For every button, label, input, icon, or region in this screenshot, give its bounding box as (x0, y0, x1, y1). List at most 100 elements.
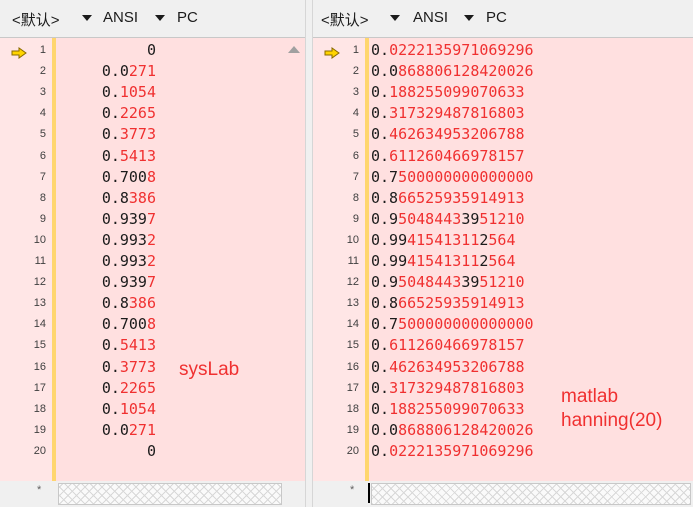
new-row-marker: * (350, 484, 355, 496)
line-number: 18 (313, 398, 365, 420)
line-number: 18 (0, 398, 52, 420)
cell-value: 0.7008 (102, 313, 156, 335)
text-line[interactable]: 0.950484433951210 (369, 208, 689, 230)
text-line[interactable]: 0.0271 (56, 60, 156, 82)
text-line[interactable]: 0.2265 (56, 377, 156, 399)
triangle-down-icon[interactable] (82, 15, 92, 21)
left-charset-label[interactable]: ANSI (103, 9, 138, 26)
text-line[interactable]: 0.0271 (56, 419, 156, 441)
line-number: 4 (313, 102, 365, 124)
text-line[interactable]: 0.317329487816803 (369, 102, 689, 124)
value-red-part: 868806128420026 (398, 62, 534, 81)
left-annotation: sysLab (179, 359, 240, 380)
text-line[interactable]: 0.9397 (56, 271, 156, 293)
right-editor[interactable]: 1 2 3 4 5 6 7 8 9 10 11 12 13 14 15 16 17 18 19 20 0.022213… (313, 37, 693, 481)
line-number-text: 9 (352, 212, 359, 225)
pane-divider[interactable] (305, 0, 313, 507)
line-number: 16 (313, 356, 365, 378)
triangle-down-icon[interactable] (390, 15, 400, 21)
line-number-text: 20 (33, 444, 46, 457)
text-line[interactable]: 0.462634953206788 (369, 356, 689, 378)
line-number-text: 14 (346, 318, 359, 331)
left-gutter: 1 2 3 4 5 6 7 8 9 10 11 12 13 14 15 16 17 18 19 20 (0, 38, 52, 481)
text-line[interactable]: 0.3773 (56, 123, 156, 145)
text-line[interactable]: 0 (56, 39, 156, 61)
arrow-right-icon (11, 44, 27, 59)
cell-value: 0 (147, 39, 156, 61)
right-encoding-label[interactable]: <默认> (321, 9, 369, 30)
cell-value: 0.0271 (102, 419, 156, 441)
cell-value: 0.5413 (102, 145, 156, 167)
right-charset-label[interactable]: ANSI (413, 9, 448, 26)
line-number-text: 17 (33, 381, 46, 394)
line-number-text: 11 (347, 255, 359, 267)
left-encoding-label[interactable]: <默认> (12, 9, 60, 30)
left-new-row-input[interactable] (58, 483, 282, 505)
text-line[interactable]: 0.0222135971069296 (369, 440, 689, 462)
text-line[interactable]: 0 (56, 440, 156, 462)
text-line[interactable]: 0.7008 (56, 313, 156, 335)
value-red-part: 3773 (119, 357, 156, 376)
right-new-row-input[interactable] (371, 483, 691, 505)
cell-value: 0.9397 (102, 208, 156, 230)
right-gutter: 1 2 3 4 5 6 7 8 9 10 11 12 13 14 15 16 17 18 19 20 (313, 38, 365, 481)
value-red-part: 611260466978157 (389, 146, 525, 165)
text-line[interactable]: 0.611260466978157 (369, 334, 689, 356)
triangle-down-icon[interactable] (464, 15, 474, 21)
value-black-part: 0.7 (371, 315, 399, 334)
text-line[interactable]: 0.5413 (56, 334, 156, 356)
text-line[interactable]: 0.9932 (56, 250, 156, 272)
value-red-part: 3773 (119, 125, 156, 144)
value-red-part: 500000000000000 (398, 315, 534, 334)
text-line[interactable]: 0.950484433951210 (369, 271, 689, 293)
text-line[interactable]: 0.1054 (56, 81, 156, 103)
text-line[interactable]: 0.99415413112564 (369, 229, 689, 251)
line-number: 6 (0, 145, 52, 167)
text-line[interactable]: 0.9397 (56, 208, 156, 230)
left-line-end-label[interactable]: PC (177, 9, 198, 26)
scroll-up-icon[interactable] (288, 46, 300, 53)
text-line[interactable]: 0.2265 (56, 102, 156, 124)
line-number-text: 9 (39, 212, 46, 225)
text-line[interactable]: 0.9932 (56, 229, 156, 251)
text-line[interactable]: 0.866525935914913 (369, 187, 689, 209)
text-line[interactable]: 0.866525935914913 (369, 292, 689, 314)
value-black-part: 0. (371, 146, 390, 165)
line-number-text: 13 (346, 297, 359, 310)
line-number-text: 5 (39, 128, 46, 141)
right-line-end-label[interactable]: PC (486, 9, 507, 26)
left-text-area[interactable]: 0 0.0271 0.1054 0.2265 0.3773 0.5413 0.7008 0.8… (56, 38, 305, 481)
value-red-part: 7 (146, 273, 156, 292)
text-line[interactable]: 0.8386 (56, 187, 156, 209)
text-line[interactable]: 0.5413 (56, 145, 156, 167)
left-editor[interactable]: 1 2 3 4 5 6 7 8 9 10 11 12 13 14 15 16 17 18 19 20 0 0.0271 0… (0, 37, 305, 481)
text-line[interactable]: 0.99415413112564 (369, 250, 689, 272)
line-number: 5 (0, 123, 52, 145)
cell-value: 0.3773 (102, 356, 156, 378)
text-line[interactable]: 0.611260466978157 (369, 145, 689, 167)
line-number: 9 (313, 208, 365, 230)
line-number-text: 3 (39, 86, 46, 99)
text-line[interactable]: 0.8386 (56, 292, 156, 314)
text-line[interactable]: 0.188255099070633 (369, 81, 689, 103)
value-black-part: 0. (101, 378, 120, 397)
text-line[interactable]: 0.0222135971069296 (369, 39, 689, 61)
value-black-part: 0. (101, 83, 120, 102)
cell-value: 0.462634953206788 (371, 123, 525, 145)
text-line[interactable]: 0.462634953206788 (369, 123, 689, 145)
triangle-down-icon[interactable] (155, 15, 165, 21)
value-black-part: 0.7 (371, 167, 399, 186)
text-line[interactable]: 0.7500000000000000 (369, 166, 689, 188)
text-line[interactable]: 0.317329487816803 (369, 377, 689, 399)
value-red-part: 386 (128, 294, 156, 313)
text-line[interactable]: 0.7500000000000000 (369, 313, 689, 335)
value-black-part: 0. (101, 336, 120, 355)
cell-value: 0.3773 (102, 123, 156, 145)
cell-value: 0.188255099070633 (371, 398, 525, 420)
text-line[interactable]: 0.7008 (56, 166, 156, 188)
line-number-text: 7 (39, 170, 46, 183)
text-line[interactable]: 0.1054 (56, 398, 156, 420)
value-red-part: 1054 (119, 399, 156, 418)
text-line[interactable]: 0.0868806128420026 (369, 60, 689, 82)
text-line[interactable]: 0.3773 (56, 356, 156, 378)
